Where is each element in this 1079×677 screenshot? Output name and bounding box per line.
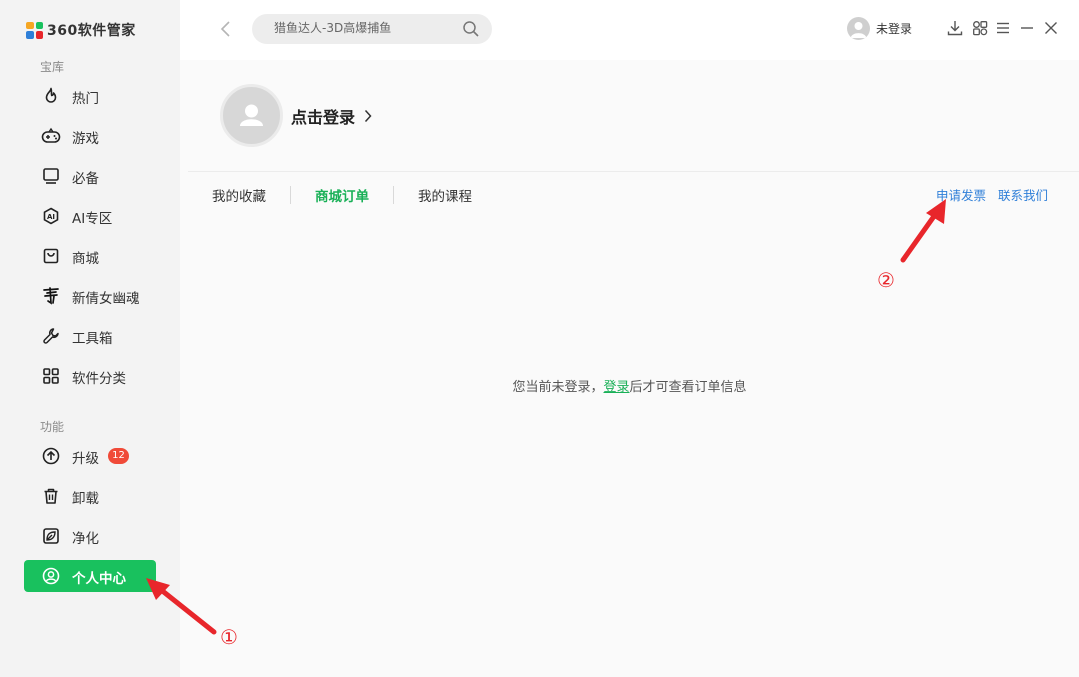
tab-divider (393, 186, 394, 204)
chevron-right-icon (364, 109, 372, 122)
download-icon[interactable] (946, 19, 964, 37)
chevron-left-icon (220, 21, 230, 37)
tab-my-courses[interactable]: 我的课程 (418, 185, 472, 205)
tab-mall-orders[interactable]: 商城订单 (315, 185, 369, 205)
trash-icon (41, 486, 61, 506)
minimize-icon[interactable] (1018, 19, 1036, 37)
tab-favorites[interactable]: 我的收藏 (212, 185, 266, 205)
empty-state-message: 您当前未登录，登录后才可查看订单信息 (180, 376, 1079, 395)
sidebar-item-essentials[interactable]: 必备 (24, 160, 156, 192)
annotation-arrow-2 (900, 199, 946, 263)
sidebar-item-label: 商城 (72, 251, 99, 267)
monitor-icon (41, 166, 61, 186)
close-icon[interactable] (1042, 19, 1060, 37)
annotation-marker-1: ① (220, 625, 238, 649)
sidebar-item-label: 软件分类 (72, 371, 126, 387)
fire-icon (41, 86, 61, 106)
tab-divider (290, 186, 291, 204)
divider (188, 171, 1079, 172)
wrench-icon (41, 326, 61, 346)
main-panel: 点击登录 我的收藏 商城订单 我的课程 申请发票 联系我们 您当前未登录，登录后… (180, 60, 1079, 677)
avatar (220, 84, 283, 147)
sidebar-item-hot[interactable]: 热门 (24, 80, 156, 112)
search-box (252, 14, 492, 44)
sidebar-item-label: 净化 (72, 531, 99, 547)
shopping-bag-icon (41, 246, 61, 266)
app-logo: 360软件管家 (26, 20, 136, 40)
user-login-button[interactable]: 未登录 (847, 17, 912, 40)
sidebar-item-game-promo[interactable]: 新倩女幽魂 (24, 280, 156, 312)
avatar-icon (847, 17, 870, 40)
user-status-label: 未登录 (876, 22, 913, 36)
section-label-library: 宝库 (40, 60, 65, 74)
search-icon[interactable] (462, 20, 480, 38)
user-circle-icon (41, 566, 61, 586)
upgrade-icon (41, 446, 61, 466)
sidebar-item-personal-center[interactable]: 个人中心 (24, 560, 156, 592)
logo-icon (26, 21, 43, 39)
empty-state-suffix: 后才可查看订单信息 (629, 380, 747, 395)
sidebar-item-uninstall[interactable]: 卸载 (24, 480, 156, 512)
apps-icon[interactable] (971, 19, 989, 37)
sidebar-item-label: 游戏 (72, 131, 99, 147)
annotation-marker-2: ② (877, 268, 895, 292)
search-input[interactable] (274, 21, 454, 35)
game-logo-icon (41, 286, 61, 306)
annotation-arrow-1 (146, 578, 217, 635)
sidebar-item-label: 必备 (72, 171, 99, 187)
login-profile-button[interactable]: 点击登录 (220, 84, 373, 147)
tab-bar: 我的收藏 商城订单 我的课程 (212, 185, 472, 205)
leaf-icon (41, 526, 61, 546)
sidebar-item-games[interactable]: 游戏 (24, 120, 156, 152)
sidebar-item-label: 新倩女幽魂 (72, 291, 140, 307)
avatar-placeholder-icon (240, 104, 263, 126)
svg-text:AI: AI (47, 213, 55, 221)
sidebar-item-label: 工具箱 (72, 331, 113, 347)
sidebar-item-mall[interactable]: 商城 (24, 240, 156, 272)
sidebar-item-label: 个人中心 (72, 571, 126, 587)
gamepad-icon (41, 126, 61, 146)
upgrade-count-badge: 12 (108, 448, 129, 464)
sidebar-item-toolbox[interactable]: 工具箱 (24, 320, 156, 352)
top-bar: 未登录 (180, 0, 1079, 60)
sidebar-item-label: 卸载 (72, 491, 99, 507)
contact-us-link[interactable]: 联系我们 (998, 185, 1048, 204)
sidebar-item-purify[interactable]: 净化 (24, 520, 156, 552)
ai-icon: AI (41, 206, 61, 226)
section-label-function: 功能 (40, 420, 65, 434)
login-link[interactable]: 登录 (603, 380, 629, 395)
sidebar-item-label: 热门 (72, 91, 99, 107)
sidebar-item-label: 升级 (72, 451, 99, 467)
login-prompt: 点击登录 (291, 107, 356, 127)
sidebar-item-categories[interactable]: 软件分类 (24, 360, 156, 392)
back-button[interactable] (216, 18, 236, 40)
sidebar-item-ai[interactable]: AI AI专区 (24, 200, 156, 232)
sidebar-item-label: AI专区 (72, 211, 113, 227)
grid-icon (41, 366, 61, 386)
empty-state-prefix: 您当前未登录， (512, 380, 604, 395)
menu-icon[interactable] (994, 19, 1012, 37)
sidebar-item-upgrade[interactable]: 升级 12 (24, 440, 156, 472)
app-name: 360软件管家 (47, 23, 136, 39)
